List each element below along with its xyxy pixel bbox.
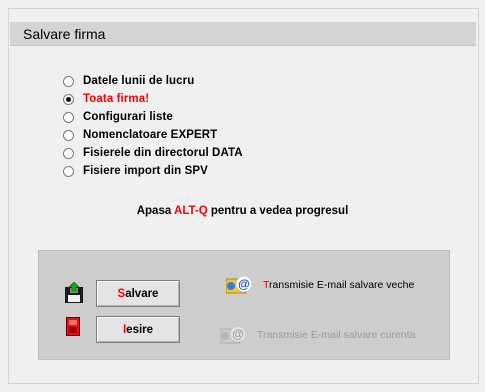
window-title: Salvare firma: [23, 26, 106, 42]
send-current-backup-email-link: @ Transmisie E-mail salvare curenta: [220, 326, 415, 344]
backup-options-group: Datele lunii de lucru Toata firma! Confi…: [63, 72, 243, 180]
radio-button[interactable]: [63, 147, 74, 159]
progress-hint: Apasa ALT-Q pentru a vedea progresul: [0, 205, 485, 217]
save-hotkey: S: [117, 287, 126, 300]
send-old-backup-email-link[interactable]: @ Transmisie E-mail salvare veche: [226, 276, 414, 294]
save-label: alvare: [125, 287, 159, 300]
option-fisiere-spv[interactable]: Fisiere import din SPV: [63, 162, 243, 180]
option-toata-firma[interactable]: Toata firma!: [63, 90, 243, 108]
radio-button[interactable]: [63, 165, 74, 177]
svg-text:@: @: [238, 277, 250, 291]
email-current-label: Transmisie E-mail salvare curenta: [257, 329, 416, 341]
option-label: Datele lunii de lucru: [83, 75, 195, 87]
hint-hotkey: ALT-Q: [174, 205, 208, 217]
option-label: Toata firma!: [83, 93, 150, 105]
option-label: Fisierele din directorul DATA: [83, 147, 243, 159]
email-old-label: ransmisie E-mail salvare veche: [269, 279, 415, 291]
option-label: Configurari liste: [83, 111, 173, 123]
option-fisiere-data[interactable]: Fisierele din directorul DATA: [63, 144, 243, 162]
email-at-icon-disabled: @: [220, 326, 247, 344]
option-configurari-liste[interactable]: Configurari liste: [63, 108, 243, 126]
option-datele-lunii[interactable]: Datele lunii de lucru: [63, 72, 243, 90]
title-bar: Salvare firma: [10, 22, 476, 46]
save-button[interactable]: Salvare: [96, 280, 180, 307]
exit-label: esire: [126, 323, 154, 336]
email-at-icon: @: [226, 276, 253, 294]
radio-button[interactable]: [63, 111, 74, 123]
exit-button[interactable]: Iesire: [96, 316, 180, 343]
svg-text:@: @: [232, 327, 244, 341]
hint-prefix: Apasa: [136, 205, 175, 217]
option-label: Nomenclatoare EXPERT: [83, 129, 218, 141]
radio-button-selected[interactable]: [63, 93, 74, 105]
option-label: Fisiere import din SPV: [83, 165, 208, 177]
floppy-save-icon: [65, 282, 83, 303]
exit-door-icon: [66, 317, 80, 336]
option-nomenclatoare[interactable]: Nomenclatoare EXPERT: [63, 126, 243, 144]
radio-button[interactable]: [63, 75, 74, 87]
radio-button[interactable]: [63, 129, 74, 141]
hint-suffix: pentru a vedea progresul: [207, 205, 349, 217]
